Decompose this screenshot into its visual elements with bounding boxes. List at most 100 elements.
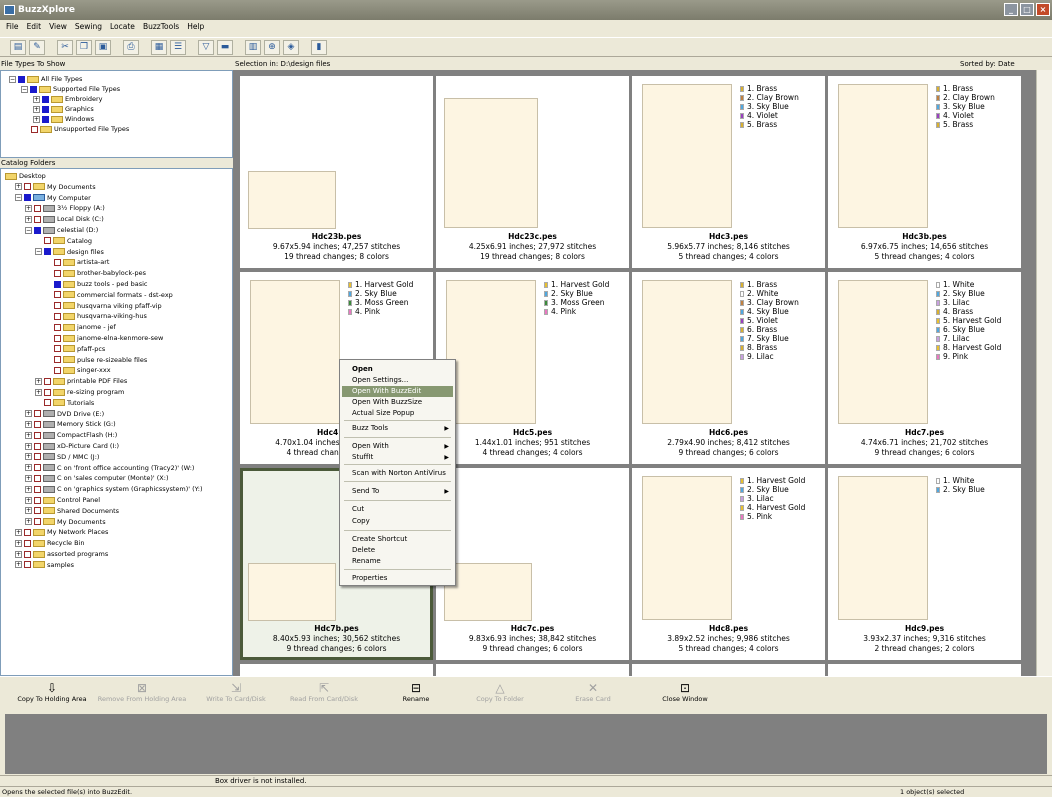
folder-item[interactable]: + Shared Documents	[25, 506, 119, 516]
design-card[interactable]: 1. Brass 2. Clay Brown 3. Sky Blue 4. Viole…	[632, 76, 825, 268]
read-from-card-button[interactable]: ⇱ Read From Card/Disk	[284, 681, 364, 713]
design-card[interactable]: 1. Harvest Gold 2. Sky Blue 3. Lilac 4. Har…	[632, 468, 825, 660]
folder-item[interactable]: + Control Panel	[25, 495, 100, 505]
folder-item[interactable]: Catalog	[35, 236, 92, 246]
context-menu-item[interactable]: Cut	[342, 504, 453, 515]
context-menu-item[interactable]: Open With ▶	[342, 441, 453, 452]
context-menu-item[interactable]: Open With BuzzSize	[342, 397, 453, 408]
print-icon[interactable]: ⎙	[123, 39, 139, 55]
design-card[interactable]: Hdc23b.pes 9.67x5.94 inches; 47,257 stitc…	[240, 76, 433, 268]
menu-edit[interactable]: Edit	[27, 22, 42, 35]
folder-item[interactable]: pulse re-sizeable files	[45, 355, 147, 365]
view-icon[interactable]: ▥	[245, 39, 261, 55]
folder-item[interactable]: + C on 'graphics system (Graphicssystem)'…	[25, 484, 202, 494]
list-icon[interactable]: ☰	[170, 39, 186, 55]
maximize-button[interactable]: □	[1020, 3, 1034, 16]
design-card[interactable]: 1. Brass 2. White 3. Clay Brown 4. Sky Blue…	[632, 272, 825, 464]
design-card[interactable]: 1. White 2. Sky Blue Hdc9.pes 3.93x2.37 inc…	[828, 468, 1021, 660]
menu-view[interactable]: View	[49, 22, 67, 35]
folder-item[interactable]: − design files	[35, 247, 104, 257]
folder-item[interactable]: + My Network Places	[15, 527, 108, 537]
context-menu-item[interactable]: Open	[342, 364, 453, 375]
folder-item[interactable]: artista-art	[45, 257, 109, 267]
context-menu-item[interactable]: Rename	[342, 556, 453, 567]
tile-icon[interactable]: ◈	[283, 39, 299, 55]
context-menu-item[interactable]: Open Settings...	[342, 375, 453, 386]
folder-item[interactable]: + Memory Stick (G:)	[25, 419, 116, 429]
close-button[interactable]: ×	[1036, 3, 1050, 16]
copy-icon[interactable]: ❐	[76, 39, 92, 55]
folder-item[interactable]: Tutorials	[35, 398, 94, 408]
cut-icon[interactable]: ✂	[57, 39, 73, 55]
close-window-button[interactable]: ⊡ Close Window	[655, 681, 715, 713]
folder-item[interactable]: − My Computer	[15, 193, 91, 203]
folder-item[interactable]: commercial formats - dst-exp	[45, 290, 173, 300]
folder-item[interactable]: + assorted programs	[15, 549, 108, 559]
large-icons-icon[interactable]: ▦	[151, 39, 167, 55]
folder-item[interactable]: + Recycle Bin	[15, 538, 84, 548]
design-card[interactable]	[632, 664, 825, 676]
erase-card-button[interactable]: ✕ Erase Card	[568, 681, 618, 713]
open-folder-icon[interactable]: ▤	[10, 39, 26, 55]
remove-from-holding-area-button[interactable]: ⊠ Remove From Holding Area	[96, 681, 188, 713]
tree-item[interactable]: − All File Types	[9, 74, 82, 84]
context-menu-item[interactable]: Delete	[342, 545, 453, 556]
minimize-button[interactable]: _	[1004, 3, 1018, 16]
folder-item[interactable]: husqvarna viking pfaff-vip	[45, 301, 162, 311]
folder-item[interactable]: + xD-Picture Card (I:)	[25, 441, 119, 451]
design-card[interactable]	[436, 664, 629, 676]
design-card[interactable]: Hdc7c.pes 9.83x6.93 inches; 38,842 stitch…	[436, 468, 629, 660]
tree-item[interactable]: Unsupported File Types	[31, 124, 129, 134]
copy-to-holding-area-button[interactable]: ⇩ Copy To Holding Area	[12, 681, 92, 713]
design-card[interactable]: Hdc23c.pes 4.25x6.91 inches; 27,972 stitc…	[436, 76, 629, 268]
folder-item[interactable]: buzz tools - ped basic	[45, 279, 148, 289]
context-menu-item[interactable]: Properties	[342, 573, 453, 584]
menu-help[interactable]: Help	[187, 22, 204, 35]
menu-buzztools[interactable]: BuzzTools	[143, 22, 179, 35]
folder-item[interactable]: + C on 'sales computer (Monte)' (X:)	[25, 473, 169, 483]
folder-item[interactable]: + CompactFlash (H:)	[25, 430, 117, 440]
folder-item[interactable]: brother-babylock-pes	[45, 268, 146, 278]
context-menu-item[interactable]: Scan with Norton AntiVirus	[342, 468, 453, 479]
menu-file[interactable]: File	[6, 22, 19, 35]
folder-item[interactable]: + C on 'front office accounting (Tracy2)'…	[25, 463, 194, 473]
folder-item[interactable]: + My Documents	[15, 182, 96, 192]
folder-item[interactable]: Desktop	[5, 171, 46, 181]
copy-to-folder-button[interactable]: △ Copy To Folder	[470, 681, 530, 713]
design-card[interactable]: 1. White 2. Sky Blue 3. Lilac 4. Brass 5. Ha…	[828, 272, 1021, 464]
folder-item[interactable]: singer-xxx	[45, 365, 111, 375]
paste-icon[interactable]: ▣	[95, 39, 111, 55]
context-menu-item[interactable]: Create Shortcut	[342, 534, 453, 545]
menu-sewing[interactable]: Sewing	[75, 22, 102, 35]
buzzedit-icon[interactable]: ▮	[311, 39, 327, 55]
folder-item[interactable]: + Local Disk (C:)	[25, 214, 104, 224]
design-card[interactable]	[828, 664, 1021, 676]
context-menu-item[interactable]: Actual Size Popup	[342, 408, 453, 419]
folder-item[interactable]: + SD / MMC (J:)	[25, 452, 99, 462]
tree-item[interactable]: − Supported File Types	[21, 84, 120, 94]
folder-item[interactable]: + printable PDF Files	[35, 376, 127, 386]
folder-item[interactable]: janome-elna-kenmore-sew	[45, 333, 163, 343]
holding-area[interactable]	[5, 714, 1047, 774]
context-menu-item[interactable]: Open With BuzzEdit	[342, 386, 453, 397]
design-card[interactable]: 1. Harvest Gold 2. Sky Blue 3. Moss Green 4…	[436, 272, 629, 464]
design-card[interactable]	[240, 664, 433, 676]
folder-item[interactable]: + My Documents	[25, 517, 106, 527]
folder-item[interactable]: +3½ Floppy (A:)	[25, 203, 105, 213]
context-menu-item[interactable]: Buzz Tools ▶	[342, 423, 453, 434]
tree-item[interactable]: + Embroidery	[33, 94, 103, 104]
folder-item[interactable]: + samples	[15, 560, 74, 570]
zoom-icon[interactable]: ⊕	[264, 39, 280, 55]
design-card[interactable]: 1. Brass 2. Clay Brown 3. Sky Blue 4. Viole…	[828, 76, 1021, 268]
context-menu-item[interactable]: Copy	[342, 516, 453, 527]
folder-item[interactable]: + re-sizing program	[35, 387, 124, 397]
folder-item[interactable]: + DVD Drive (E:)	[25, 409, 104, 419]
folder-item[interactable]: pfaff-pcs	[45, 344, 105, 354]
folder-item[interactable]: janome - jef	[45, 322, 116, 332]
folder-item[interactable]: − celestial (D:)	[25, 225, 98, 235]
tools-icon[interactable]: ✎	[29, 39, 45, 55]
filter-icon[interactable]: ▽	[198, 39, 214, 55]
vertical-scrollbar[interactable]	[1036, 70, 1052, 676]
context-menu-item[interactable]: Send To ▶	[342, 486, 453, 497]
menu-locate[interactable]: Locate	[110, 22, 135, 35]
